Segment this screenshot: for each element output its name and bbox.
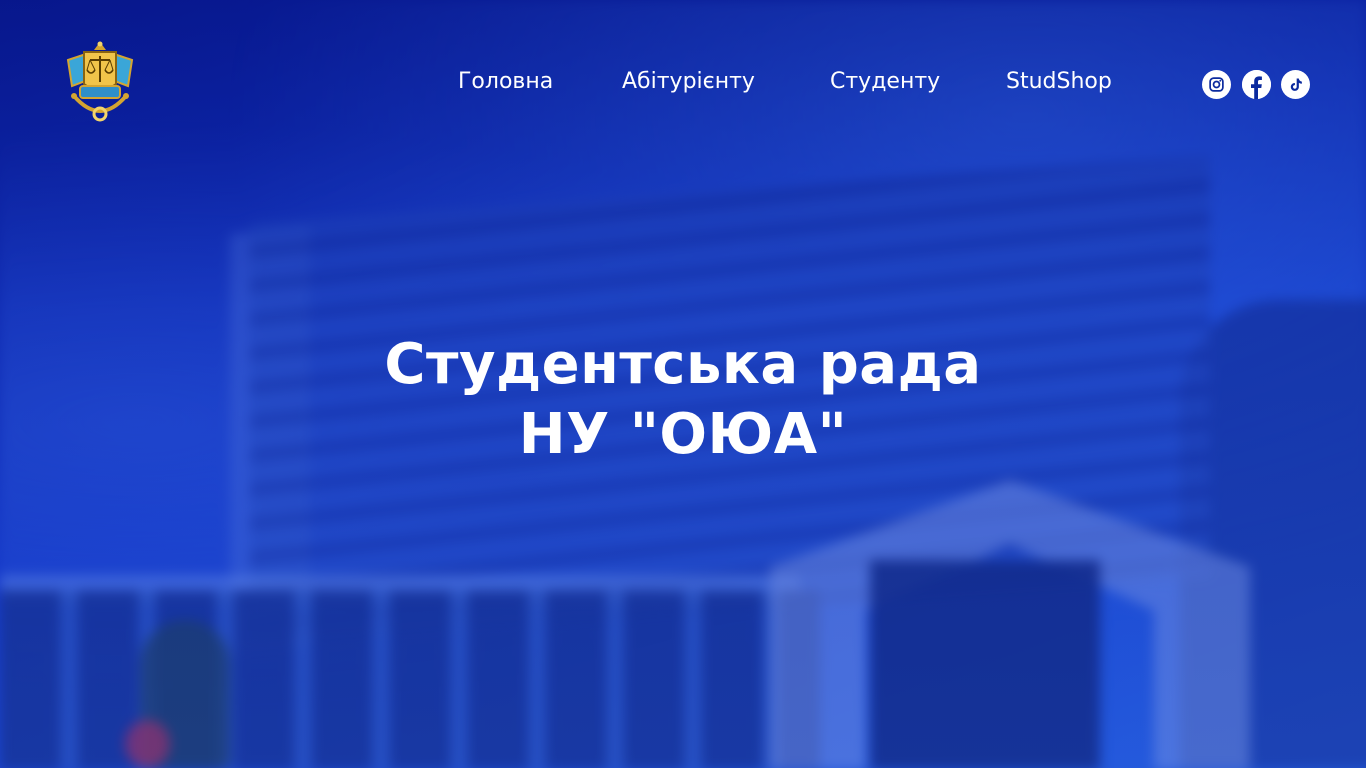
instagram-link[interactable]: [1202, 70, 1231, 99]
page-title: Студентська рада НУ "ОЮА": [0, 330, 1366, 470]
nav-item-applicants[interactable]: Абітурієнту: [622, 68, 755, 96]
facebook-link[interactable]: [1242, 70, 1271, 99]
facebook-icon: [1242, 70, 1271, 99]
hero-section: Головна Абітурієнту Студенту StudShop Ст…: [0, 0, 1366, 768]
instagram-icon: [1209, 77, 1224, 92]
page-title-line-1: Студентська рада: [384, 332, 982, 397]
nav-item-studshop[interactable]: StudShop: [1006, 68, 1112, 96]
page-title-line-2: НУ "ОЮА": [518, 402, 848, 467]
tiktok-link[interactable]: [1281, 70, 1310, 99]
main-nav: Головна Абітурієнту Студенту StudShop: [0, 68, 1366, 98]
tiktok-icon: [1290, 78, 1302, 91]
nav-item-students[interactable]: Студенту: [830, 68, 940, 96]
nav-item-home[interactable]: Головна: [458, 68, 553, 96]
